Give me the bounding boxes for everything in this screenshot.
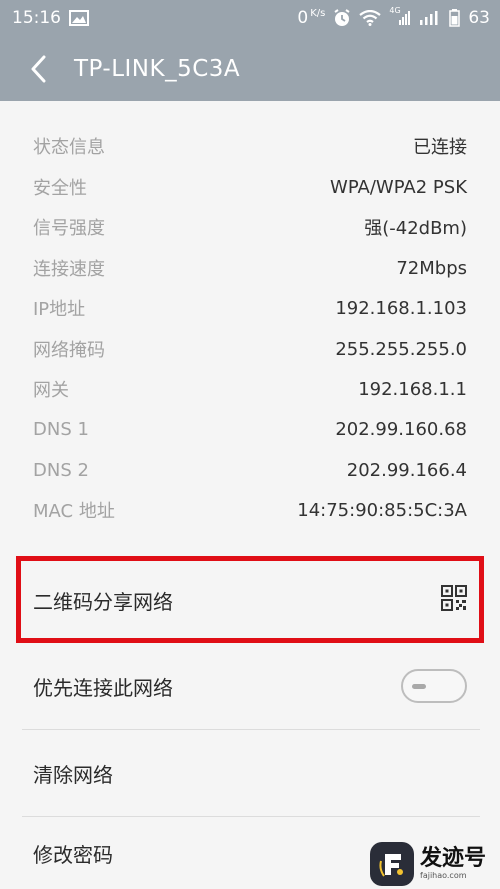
info-label: DNS 1 [33,418,89,440]
qr-share-label: 二维码分享网络 [33,589,173,614]
qr-code-icon [441,584,467,616]
info-row-security: 安全性 WPA/WPA2 PSK [33,167,467,207]
info-value: 255.255.255.0 [335,338,467,360]
info-value: 192.168.1.103 [335,297,467,319]
forget-network-item[interactable]: 清除网络 [0,730,500,816]
status-bar: 15:16 0 K/s 4G 63 [0,0,500,36]
info-label: 网络掩码 [33,340,105,361]
info-label: 状态信息 [33,137,105,158]
top-bar: 15:16 0 K/s 4G 63 TP-LINK_5C3A [0,0,500,101]
info-value: WPA/WPA2 PSK [330,176,467,198]
priority-connect-item[interactable]: 优先连接此网络 [0,643,500,729]
chevron-left-icon [31,55,46,82]
toggle-knob [412,684,426,689]
watermark-url: fajihao.com [420,871,467,880]
gallery-icon [69,10,89,26]
info-row-mac: MAC 地址 14:75:90:85:5C:3A [33,490,467,530]
info-row-signal: 信号强度 强(-42dBm) [33,207,467,247]
info-row-dns2: DNS 2 202.99.166.4 [33,450,467,490]
info-row-ip: IP地址 192.168.1.103 [33,288,467,328]
info-value: 已连接 [413,137,467,158]
forget-network-label: 清除网络 [33,762,113,787]
page-title: TP-LINK_5C3A [74,55,241,82]
watermark-logo-icon [370,841,414,886]
info-row-netmask: 网络掩码 255.255.255.0 [33,329,467,369]
info-label: 信号强度 [33,218,105,239]
status-time: 15:16 [12,8,61,28]
info-value: 14:75:90:85:5C:3A [297,499,467,521]
info-label: 连接速度 [33,259,105,280]
mobile-signal-icon: 4G [389,6,411,26]
qr-share-network-item[interactable]: 二维码分享网络 [0,558,500,642]
info-label: 网关 [33,380,69,401]
signal-bars-icon [419,10,441,26]
info-value: 202.99.160.68 [335,418,467,440]
info-row-speed: 连接速度 72Mbps [33,248,467,288]
network-info: 状态信息 已连接 安全性 WPA/WPA2 PSK 信号强度 强(-42dBm)… [0,101,500,538]
battery-level: 63 [468,8,490,28]
back-button[interactable] [8,36,68,101]
info-value: 192.168.1.1 [358,378,467,400]
info-row-gateway: 网关 192.168.1.1 [33,369,467,409]
app-header: TP-LINK_5C3A [0,36,500,101]
alarm-icon [333,9,351,27]
info-value: 强(-42dBm) [364,218,467,239]
info-label: 安全性 [33,178,87,199]
info-label: DNS 2 [33,459,89,481]
info-row-dns1: DNS 1 202.99.160.68 [33,409,467,449]
info-value: 202.99.166.4 [346,459,467,481]
watermark-name: 发迹号 [420,846,487,871]
battery-icon [449,9,461,27]
watermark: 发迹号 fajihao.com [370,838,500,889]
info-row-status: 状态信息 已连接 [33,126,467,166]
info-label: IP地址 [33,299,86,320]
net-speed: 0 K/s [297,8,326,28]
change-password-label: 修改密码 [33,842,113,867]
info-value: 72Mbps [396,257,467,279]
wifi-icon [359,10,382,26]
priority-connect-label: 优先连接此网络 [33,675,173,700]
info-label: MAC 地址 [33,501,115,522]
priority-connect-toggle[interactable] [401,669,467,703]
